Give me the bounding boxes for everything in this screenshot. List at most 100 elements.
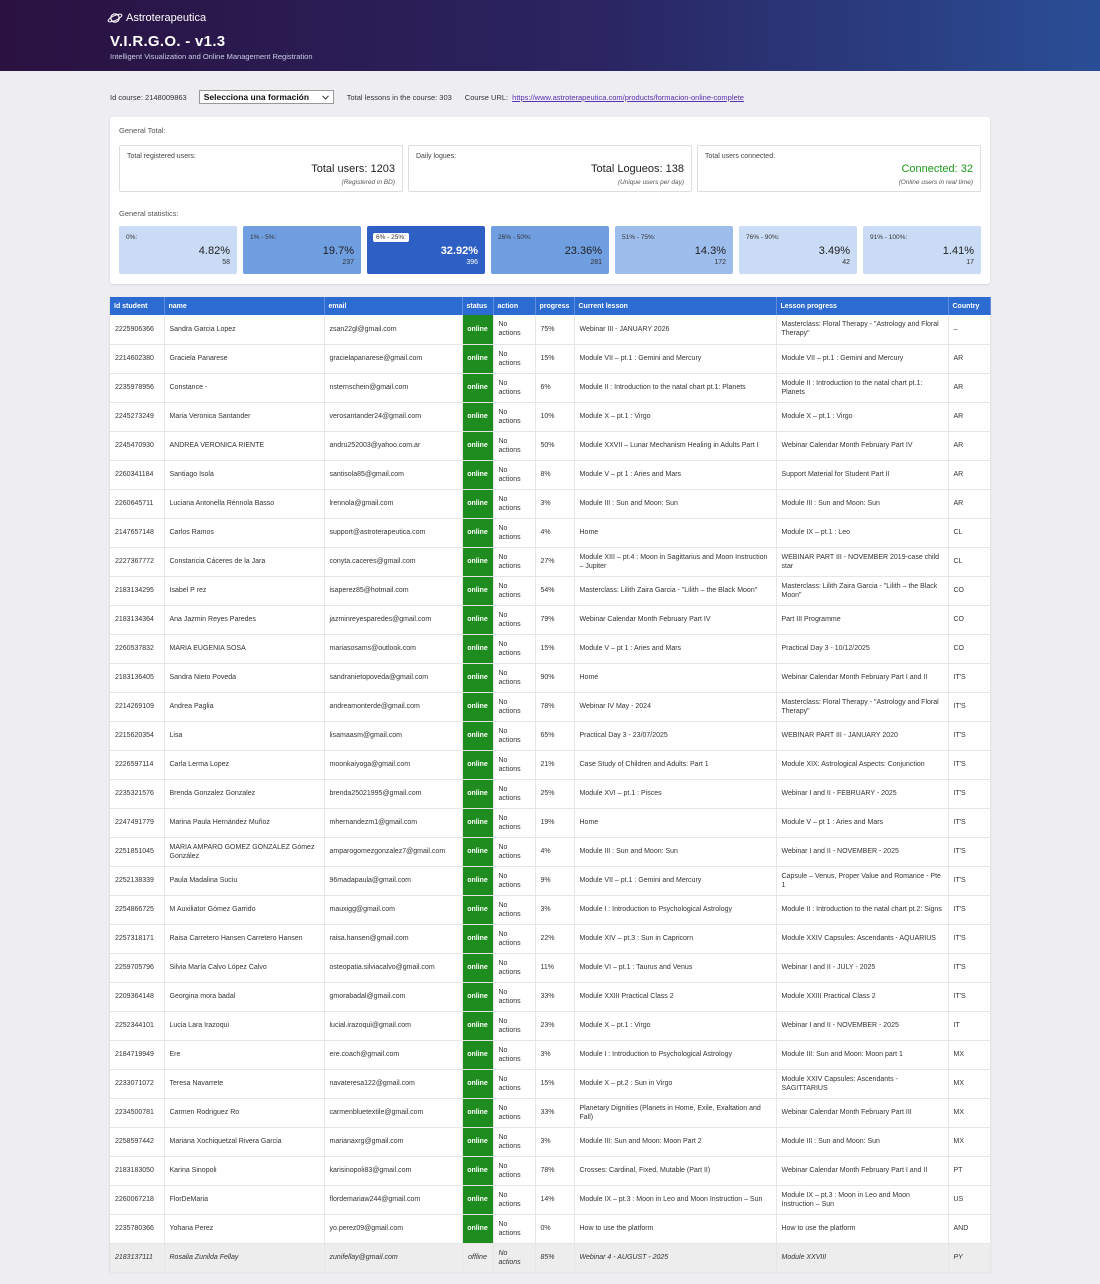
cell-email[interactable]: gmorabadal@gmail.com [324,982,463,1012]
cell-email[interactable]: flordemariaw244@gmail.com [324,1185,463,1215]
table-row[interactable]: 2209364148 Georgina mora badal gmorabadal@… [110,982,991,1012]
cell-email[interactable]: jazminreyesparedes@gmail.com [324,605,463,635]
table-row[interactable]: 2183136405 Sandra Nieto Poveda sandranieto… [110,663,991,693]
table-row[interactable]: 2247491779 Marina Paula Hernández Muñoz mh… [110,808,991,838]
cell-current-lesson: Crosses: Cardinal, Fixed, Mutable (Part … [574,1156,777,1186]
cell-email[interactable]: nsternschein@gmail.com [324,373,463,403]
cell-lesson-progress: Webinar I and II - FEBRUARY - 2025 [776,779,949,809]
table-row[interactable]: 2147657148 Carlos Ramos support@astroterap… [110,518,991,548]
cell-email[interactable]: mhernandezm1@gmail.com [324,808,463,838]
table-row[interactable]: 2245470930 ANDREA VERONICA RIENTE andru252… [110,431,991,461]
table-row[interactable]: 2259705796 Silvia María Calvo López Calvo… [110,953,991,983]
cell-email[interactable]: sandranietopoveda@gmail.com [324,663,463,693]
cell-name: Brenda Gonzalez Gonzalez [164,779,325,809]
stat-bucket-26-50[interactable]: 26% - 50%: 23.36% 281 [491,226,609,274]
course-select[interactable]: Selecciona una formación [198,90,334,104]
table-row[interactable]: 2214269109 Andrea Paglia andreamonterde@gm… [110,692,991,722]
cell-email[interactable]: support@astroterapeutica.com [324,518,463,548]
table-row[interactable]: 2225906366 Sandra Garcia Lopez zsan22gl@gm… [110,315,991,345]
cell-email[interactable]: lisamaasm@gmail.com [324,721,463,751]
table-row[interactable]: 2233071072 Teresa Navarrete navateresa122@… [110,1069,991,1099]
col-header[interactable]: status [462,297,494,315]
cell-email[interactable]: karisinopoli83@gmail.com [324,1156,463,1186]
col-header[interactable]: Country [948,297,991,315]
col-header[interactable]: Current lesson [574,297,777,315]
cell-id-student: 2260537832 [110,634,165,664]
table-row[interactable]: 2251851045 MARIA AMPARO GOMEZ GONZALEZ Gó… [110,837,991,867]
cell-country: MX [948,1040,991,1070]
table-row[interactable]: 2260537832 MARIA EUGENIA SOSA mariasosams@… [110,634,991,664]
table-row[interactable]: 2215620354 Lisa lisamaasm@gmail.com online N… [110,721,991,751]
table-row[interactable]: 2183137111 Rosalia Zunilda Fellay zunifell… [110,1243,991,1273]
table-row[interactable]: 2235978956 Constance - nsternschein@gmail.… [110,373,991,403]
cell-name: Carmen Rodriguez Ro [164,1098,325,1128]
cell-lesson-progress: Practical Day 3 - 10/12/2025 [776,634,949,664]
table-row[interactable]: 2260341184 Santiago Isola santisola85@gmai… [110,460,991,490]
cell-lesson-progress: Module XXVIII [776,1243,949,1273]
table-row[interactable]: 2235780366 Yohana Perez yo.perez09@gmail.c… [110,1214,991,1244]
table-row[interactable]: 2183134295 Isabel P rez isaperez85@hotmail… [110,576,991,606]
table-row[interactable]: 2234500781 Carmen Rodriguez Ro carmenbluet… [110,1098,991,1128]
cell-email[interactable]: zunifellay@gmail.com [324,1243,463,1273]
brand-logo[interactable]: Astroterapeutica [107,10,990,26]
cell-email[interactable]: gracielapanarese@gmail.com [324,344,463,374]
cell-email[interactable]: mauxigg@gmail.com [324,895,463,925]
table-row[interactable]: 2257318171 Raisa Carretero Hansen Carrete… [110,924,991,954]
stat-bucket-6-25[interactable]: 6% - 25%: 32.92% 396 [367,226,485,274]
cell-current-lesson: Module III : Sun and Moon: Sun [574,837,777,867]
cell-email[interactable]: ere.coach@gmail.com [324,1040,463,1070]
col-header[interactable]: Id student [110,297,165,315]
stat-bucket-1-5[interactable]: 1% - 5%: 19.7% 237 [243,226,361,274]
table-row[interactable]: 2226597114 Carla Lerma Lopez moonkaiyoga@g… [110,750,991,780]
col-header[interactable]: action [493,297,536,315]
cell-email[interactable]: conyta.caceres@gmail.com [324,547,463,577]
col-header[interactable]: Lesson progress [776,297,949,315]
cell-email[interactable]: verosantander24@gmail.com [324,402,463,432]
table-row[interactable]: 2214602380 Graciela Panarese gracielapanar… [110,344,991,374]
cell-email[interactable]: navateresa122@gmail.com [324,1069,463,1099]
cell-email[interactable]: yo.perez09@gmail.com [324,1214,463,1244]
table-row[interactable]: 2235321576 Brenda Gonzalez Gonzalez brenda… [110,779,991,809]
table-row[interactable]: 2254866725 M Auxiliator Gómez Garrido maux… [110,895,991,925]
cell-email[interactable]: isaperez85@hotmail.com [324,576,463,606]
stat-bucket-51-75[interactable]: 51% - 75%: 14.3% 172 [615,226,733,274]
cell-email[interactable]: andreamonterde@gmail.com [324,692,463,722]
col-header[interactable]: progress [535,297,575,315]
cell-email[interactable]: marianaxrg@gmail.com [324,1127,463,1157]
cell-email[interactable]: mariasosams@outlook.com [324,634,463,664]
stat-percent: 23.36% [564,245,602,257]
cell-email[interactable]: moonkaiyoga@gmail.com [324,750,463,780]
table-row[interactable]: 2245273249 Maria Veronica Santander verosa… [110,402,991,432]
cell-action: No actions [493,750,536,780]
cell-email[interactable]: zsan22gl@gmail.com [324,315,463,345]
table-row[interactable]: 2260067218 FlorDeMaria flordemariaw244@gma… [110,1185,991,1215]
table-row[interactable]: 2183183050 Karina Sinopoli karisinopoli83@… [110,1156,991,1186]
cell-email[interactable]: amparogomezgonzalez7@gmail.com [324,837,463,867]
cell-email[interactable]: brenda25021995@gmail.com [324,779,463,809]
cell-email[interactable]: lrennola@gmail.com [324,489,463,519]
table-row[interactable]: 2227367772 Constancia Cáceres de la Jara c… [110,547,991,577]
cell-email[interactable]: raisa.hansen@gmail.com [324,924,463,954]
cell-current-lesson: Home [574,663,777,693]
cell-email[interactable]: santisola85@gmail.com [324,460,463,490]
cell-email[interactable]: lucial.irazoqui@gmail.com [324,1011,463,1041]
table-row[interactable]: 2252344101 Lucia Lara Irazoqui lucial.iraz… [110,1011,991,1041]
cell-email[interactable]: osteopatia.silviacalvo@gmail.com [324,953,463,983]
cell-email[interactable]: andru252003@yahoo.com.ar [324,431,463,461]
stat-bucket-76-90[interactable]: 76% - 90%: 3.49% 42 [739,226,857,274]
table-row[interactable]: 2258597442 Mariana Xochiquetzal Rivera Ga… [110,1127,991,1157]
table-row[interactable]: 2260645711 Luciana Antonella Rénnola Bass… [110,489,991,519]
course-url-link[interactable]: https://www.astroterapeutica.com/product… [512,93,744,102]
table-row[interactable]: 2184719949 Ere ere.coach@gmail.com online No… [110,1040,991,1070]
cell-email[interactable]: carmenbluetextile@gmail.com [324,1098,463,1128]
table-row[interactable]: 2183134364 Ana Jazmin Reyes Paredes jazmin… [110,605,991,635]
col-header[interactable]: name [164,297,325,315]
table-row[interactable]: 2252138339 Paula Madalina Suciu 96madapaul… [110,866,991,896]
cell-lesson-progress: Module X – pt.1 : Virgo [776,402,949,432]
stat-bucket-0[interactable]: 0%: 4.82% 58 [119,226,237,274]
cell-email[interactable]: 96madapaula@gmail.com [324,866,463,896]
stat-bucket-91-100[interactable]: 91% - 100%: 1.41% 17 [863,226,981,274]
cell-name: Maria Veronica Santander [164,402,325,432]
cell-action: No actions [493,1069,536,1099]
col-header[interactable]: email [324,297,463,315]
